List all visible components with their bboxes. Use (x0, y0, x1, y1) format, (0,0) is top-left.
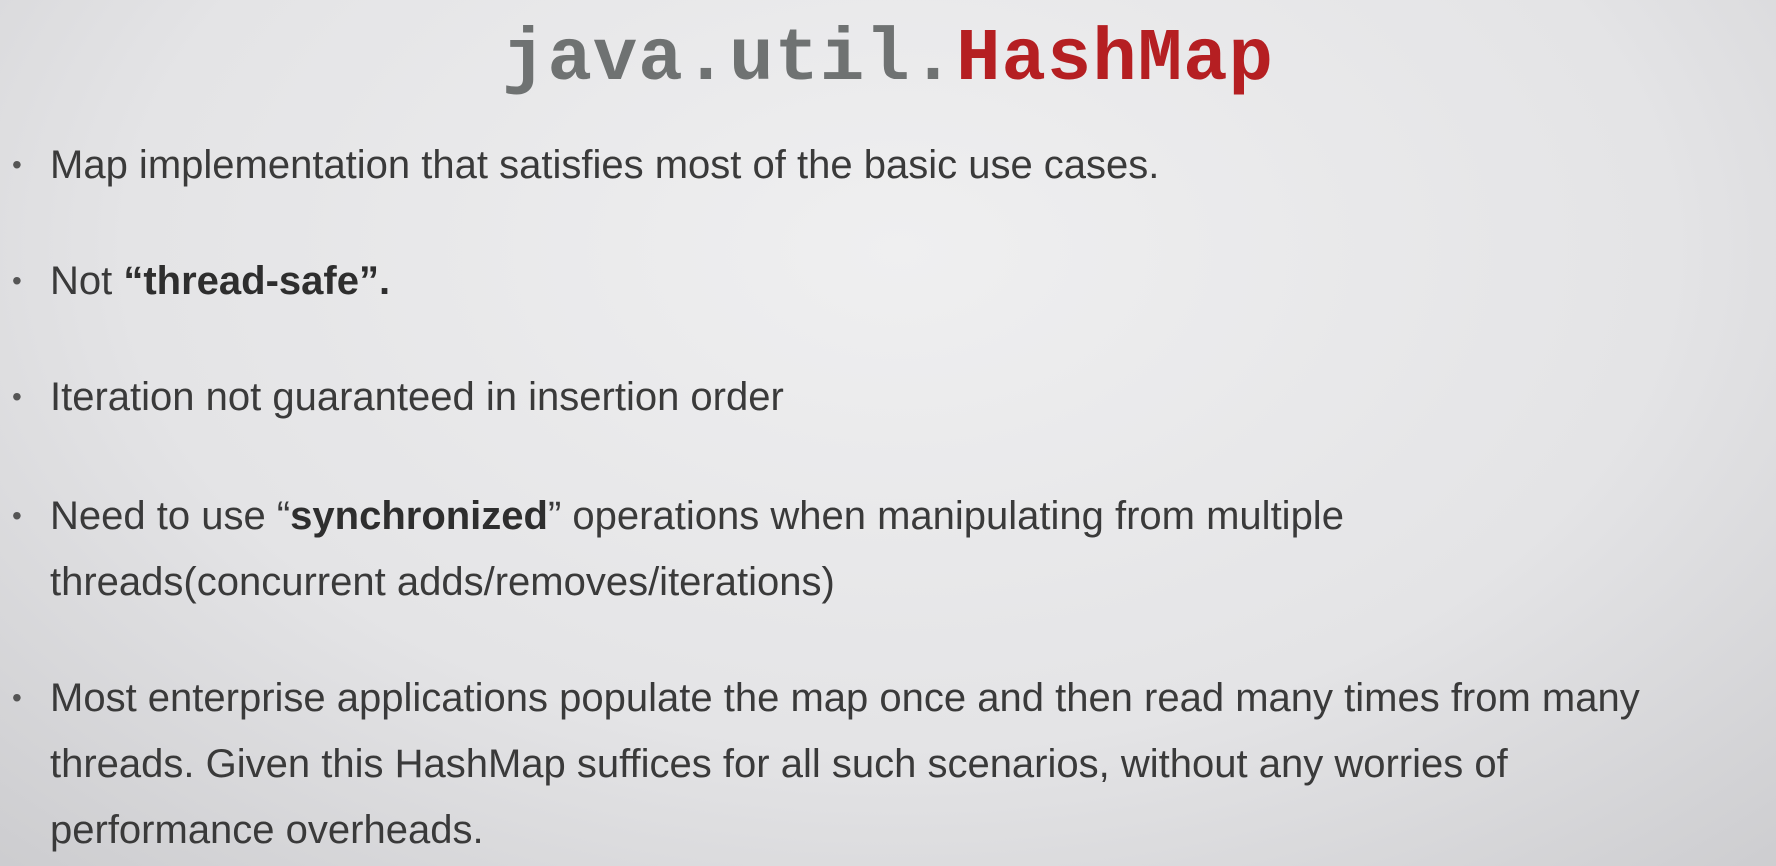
bullet-dot: • (12, 500, 22, 531)
bullet-text-line3: performance overheads. (50, 808, 484, 852)
bullet-text-bold: “thread-safe”. (123, 259, 391, 303)
bullet-dot: • (12, 265, 22, 296)
bullet-text: Map implementation that satisfies most o… (50, 143, 1160, 187)
bullet-text-line1: Most enterprise applications populate th… (50, 676, 1640, 720)
bullet-text: Need to use “synchronized” operations wh… (50, 483, 1770, 615)
slide: java.util.HashMap • Map implementation t… (0, 0, 1776, 866)
title-class-name: HashMap (956, 18, 1274, 102)
bullet-text-line2: threads. Given this HashMap suffices for… (50, 742, 1508, 786)
bullet-text-line2: threads(concurrent adds/removes/iteratio… (50, 560, 835, 604)
bullet-text-pre: Not (50, 259, 124, 303)
bullet-text-bold: synchronized (290, 494, 548, 538)
bullet-text-pre: Need to use “ (50, 494, 291, 538)
bullet-dot: • (12, 381, 22, 412)
bullet-dot: • (12, 682, 22, 713)
bullet-text: Iteration not guaranteed in insertion or… (50, 375, 784, 419)
bullet-text: Not “thread-safe”. (50, 248, 1770, 314)
bullet-text: Most enterprise applications populate th… (50, 665, 1770, 863)
slide-title: java.util.HashMap (0, 10, 1776, 110)
title-package: java.util. (502, 18, 957, 102)
bullet-dot: • (12, 149, 22, 180)
bullet-text-post: ” operations when manipulating from mult… (547, 494, 1344, 538)
